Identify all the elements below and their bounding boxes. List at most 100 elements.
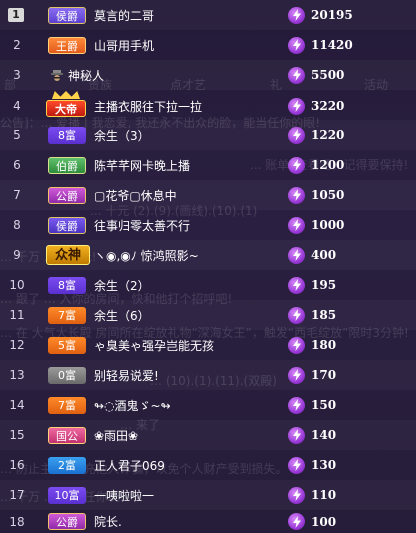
- rank-row[interactable]: 4 大帝 主播衣服往下拉一拉 3220: [0, 90, 416, 122]
- score-value: 140: [311, 428, 337, 442]
- lightning-icon: [288, 36, 305, 54]
- wealth-level-badge: 5富: [48, 336, 86, 354]
- wealth-level-badge: 0富: [48, 366, 86, 384]
- rank-number: 3: [13, 68, 21, 82]
- noble-badge: 众神: [46, 245, 90, 265]
- rank-number: 7: [13, 188, 21, 202]
- user-name[interactable]: ヽ◉,◉ﾉ 惊鸿照影~: [94, 247, 199, 264]
- rank-row[interactable]: 7 公爵 ▢花爷▢休息中 1050: [0, 180, 416, 210]
- lightning-icon: [288, 306, 305, 324]
- score-area: 140: [288, 426, 360, 444]
- score-area: 130: [288, 456, 360, 474]
- rank-number: 8: [13, 218, 21, 232]
- rank-row[interactable]: 16 2富 正人君子069 130: [0, 450, 416, 480]
- rank-row[interactable]: 10 8富 余生（2） 195: [0, 270, 416, 300]
- noble-badge: 公爵: [48, 186, 86, 204]
- rank-row[interactable]: 12 5富 ゃ臭美ゃ强孕岂能无孩 180: [0, 330, 416, 360]
- user-name[interactable]: ゃ臭美ゃ强孕岂能无孩: [94, 337, 214, 354]
- score-area: 11420: [288, 36, 360, 54]
- user-name[interactable]: 正人君子069: [94, 457, 165, 474]
- rank-row[interactable]: 15 国公 ❀雨田❀ 140: [0, 420, 416, 450]
- score-area: 1220: [288, 126, 360, 144]
- user-name[interactable]: 一咦啦啦一: [94, 487, 154, 504]
- emperor-badge: 大帝: [46, 91, 92, 118]
- rank-row[interactable]: 17 10富 一咦啦啦一 110: [0, 480, 416, 510]
- score-area: 110: [288, 486, 360, 504]
- rank-row[interactable]: 13 0富 别轻易说爱! 170: [0, 360, 416, 390]
- rank-row[interactable]: 3 神秘人 5500: [0, 60, 416, 90]
- score-area: 20195: [288, 6, 360, 24]
- rank-number: 12: [9, 338, 25, 352]
- user-name[interactable]: 往事归零太善不行: [94, 217, 190, 234]
- score-area: 150: [288, 396, 360, 414]
- user-name[interactable]: 主播衣服往下拉一拉: [94, 98, 202, 115]
- score-area: 1000: [288, 216, 360, 234]
- rank-row[interactable]: 5 8富 余生（3） 1220: [0, 120, 416, 150]
- rank-row[interactable]: 2 王爵 山哥用手机 11420: [0, 30, 416, 60]
- lightning-icon: [288, 6, 305, 24]
- user-name[interactable]: 余生（6）: [94, 307, 150, 324]
- rank-number: 15: [9, 428, 25, 442]
- score-value: 20195: [311, 8, 353, 22]
- lightning-icon: [288, 186, 305, 204]
- score-value: 130: [311, 458, 337, 472]
- wealth-level-badge: 8富: [48, 276, 86, 294]
- lightning-icon: [288, 486, 305, 504]
- mystery-user-icon: [50, 68, 64, 82]
- score-area: 170: [288, 366, 360, 384]
- crown-icon: [52, 91, 80, 99]
- rank-number: 1: [8, 8, 24, 22]
- noble-badge: 侯爵: [48, 216, 86, 234]
- lightning-icon: [288, 336, 305, 354]
- rank-row[interactable]: 8 侯爵 往事归零太善不行 1000: [0, 210, 416, 240]
- rank-row[interactable]: 18 公爵 院长. 100: [0, 510, 416, 533]
- user-name[interactable]: ↬◌酒鬼ゞ~↬: [94, 397, 171, 414]
- noble-badge: 公爵: [48, 513, 86, 530]
- lightning-icon: [288, 246, 305, 264]
- lightning-icon: [288, 276, 305, 294]
- noble-badge: 伯爵: [48, 156, 86, 174]
- lightning-icon: [288, 366, 305, 384]
- noble-badge-label: 大帝: [46, 100, 86, 117]
- rank-row[interactable]: 14 7富 ↬◌酒鬼ゞ~↬ 150: [0, 390, 416, 420]
- noble-badge: 王爵: [48, 36, 86, 54]
- lightning-icon: [288, 513, 305, 530]
- score-value: 5500: [311, 68, 345, 82]
- lightning-icon: [288, 396, 305, 414]
- score-value: 1050: [311, 188, 345, 202]
- score-area: 1050: [288, 186, 360, 204]
- user-name[interactable]: 院长.: [94, 513, 122, 530]
- lightning-icon: [288, 97, 305, 115]
- wealth-level-badge: 8富: [48, 126, 86, 144]
- user-name[interactable]: ▢花爷▢休息中: [94, 187, 177, 204]
- user-name[interactable]: 神秘人: [68, 67, 104, 84]
- rank-row[interactable]: 1 侯爵 莫言的二哥 20195: [0, 0, 416, 30]
- user-name[interactable]: 余生（2）: [94, 277, 150, 294]
- rank-row[interactable]: 9 众神 ヽ◉,◉ﾉ 惊鸿照影~ 400: [0, 240, 416, 270]
- rank-number: 10: [9, 278, 25, 292]
- score-area: 100: [288, 513, 360, 531]
- user-name[interactable]: ❀雨田❀: [94, 427, 138, 444]
- rank-row[interactable]: 11 7富 余生（6） 185: [0, 300, 416, 330]
- lightning-icon: [288, 216, 305, 234]
- user-name[interactable]: 陈芊芊网卡晚上播: [94, 157, 190, 174]
- score-value: 1000: [311, 218, 345, 232]
- wealth-level-badge: 7富: [48, 396, 86, 414]
- score-value: 180: [311, 338, 337, 352]
- user-name[interactable]: 余生（3）: [94, 127, 150, 144]
- rank-row[interactable]: 6 伯爵 陈芊芊网卡晚上播 1200: [0, 150, 416, 180]
- rank-number: 17: [9, 488, 25, 502]
- score-area: 5500: [288, 66, 360, 84]
- score-value: 100: [311, 514, 337, 529]
- score-value: 11420: [311, 38, 353, 52]
- user-name[interactable]: 别轻易说爱!: [94, 367, 159, 384]
- score-area: 180: [288, 336, 360, 354]
- wealth-level-badge: 7富: [48, 306, 86, 324]
- user-name[interactable]: 山哥用手机: [94, 37, 154, 54]
- score-value: 1200: [311, 158, 345, 172]
- lightning-icon: [288, 66, 305, 84]
- score-area: 3220: [288, 97, 360, 115]
- user-name[interactable]: 莫言的二哥: [94, 7, 154, 24]
- score-value: 400: [311, 248, 337, 262]
- rank-number: 16: [9, 458, 25, 472]
